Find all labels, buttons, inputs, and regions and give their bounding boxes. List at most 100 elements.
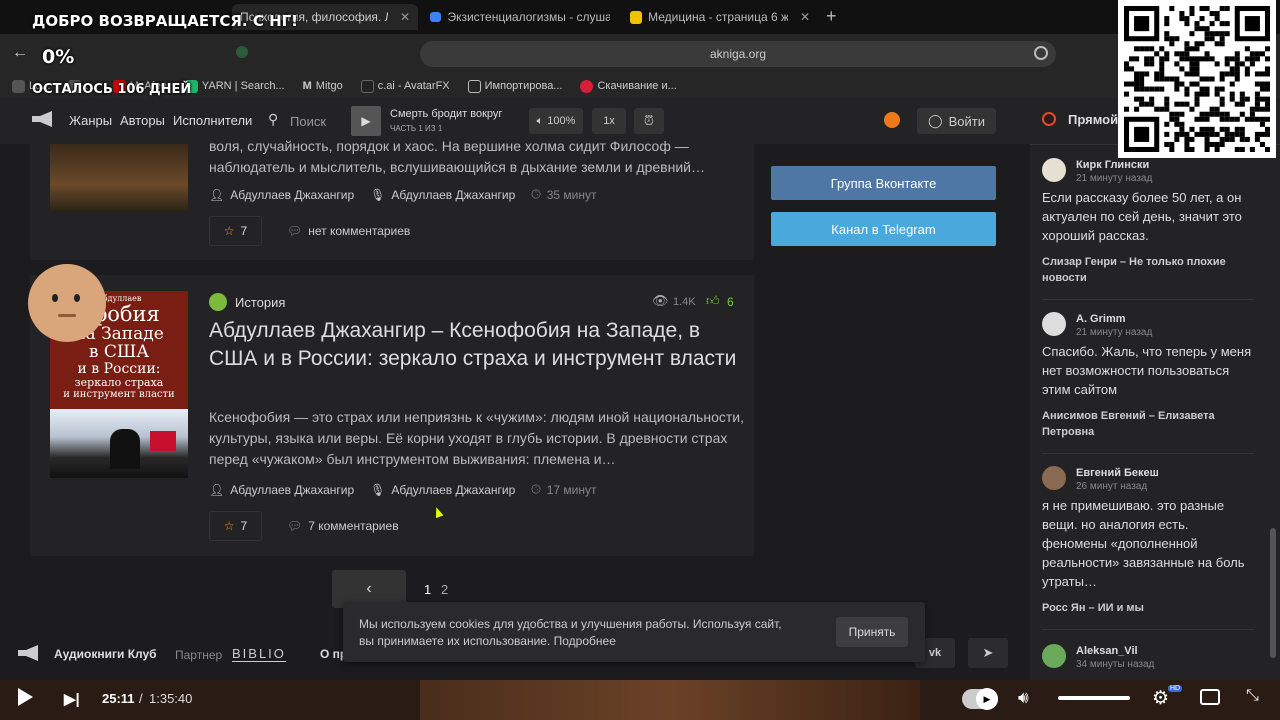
page-1[interactable]: 1: [424, 582, 431, 597]
comment-author[interactable]: Евгений Бекеш: [1076, 467, 1159, 479]
comment-author[interactable]: Aleksan_Vil: [1076, 645, 1138, 657]
speed-button[interactable]: 1x: [592, 108, 626, 134]
tab-label: Медицина - страница 6 жанр ауд: [648, 10, 788, 24]
avatar[interactable]: [1042, 312, 1066, 336]
bookmark-item[interactable]: M Mitgo: [303, 80, 343, 92]
browser-tab-3[interactable]: Медицина - страница 6 жанр ауд ✕: [622, 4, 818, 30]
telegram-icon[interactable]: ➤: [968, 638, 1008, 668]
megaphone-logo-icon[interactable]: [30, 110, 56, 128]
thumbs-up-icon[interactable]: 👍︎: [706, 293, 720, 309]
moon-icon[interactable]: [884, 112, 900, 128]
close-icon[interactable]: ✕: [400, 10, 410, 24]
comment-time: 26 минут назад: [1076, 481, 1148, 492]
avatar[interactable]: [1042, 466, 1066, 490]
close-icon[interactable]: ✕: [800, 10, 810, 24]
bookmark-item[interactable]: Скачивание и...: [580, 79, 677, 93]
tab-label: Экзистенциалогизмы - слушать а: [447, 10, 610, 24]
nav-genres[interactable]: Жанры: [69, 113, 112, 128]
comment-text: Спасибо. Жаль, что теперь у меня нет воз…: [1042, 344, 1252, 397]
star-icon: ☆: [223, 519, 235, 533]
comment-icon: 💬︎: [287, 224, 303, 238]
reader-link[interactable]: Абдуллаев Джахангир: [391, 188, 515, 202]
autoplay-toggle[interactable]: ▶: [962, 688, 998, 710]
page-2[interactable]: 2: [441, 582, 448, 597]
hd-badge: HD: [1168, 685, 1183, 692]
chat-icon[interactable]: [1034, 46, 1048, 60]
genre-icon: [209, 293, 227, 311]
avatar[interactable]: [1042, 644, 1066, 668]
accept-cookies-button[interactable]: Принять: [836, 617, 908, 647]
search-icon[interactable]: ⚲: [268, 111, 278, 128]
rating-button[interactable]: ☆ 7: [209, 511, 262, 541]
qr-code-graphic: [1124, 6, 1270, 152]
clock-icon: 🕓︎: [531, 482, 541, 496]
bookmark-item[interactable]: YARN | Search...: [184, 79, 285, 93]
browser-tab-2[interactable]: Экзистенциалогизмы - слушать а: [422, 4, 618, 30]
book-title[interactable]: Абдуллаев Джахангир – Ксенофобия на Запа…: [209, 317, 739, 373]
rating-button[interactable]: ☆ 7: [209, 216, 262, 246]
fullscreen-icon[interactable]: ⤡: [1246, 687, 1259, 705]
live-label[interactable]: Прямой: [1068, 112, 1118, 127]
partner-logo[interactable]: BIBLIO: [232, 646, 286, 662]
search-label[interactable]: Поиск: [290, 114, 326, 129]
bookmark-folder[interactable]: Импортирова...: [467, 79, 562, 93]
login-button[interactable]: ◯ Войти: [917, 108, 996, 134]
comments-link[interactable]: 💬︎ 7 комментариев: [287, 519, 399, 533]
next-track-icon[interactable]: ▶|: [64, 690, 80, 708]
nav-performers[interactable]: Исполнители: [173, 113, 252, 128]
url-text: akniga.org: [709, 47, 767, 61]
views-count: 1.4K: [673, 296, 696, 308]
likes-count: 6: [727, 295, 734, 309]
now-playing-title: Смерть бродит вокруг: [390, 108, 503, 120]
cloud-icon: [430, 12, 442, 22]
comment-author[interactable]: A. Grimm: [1076, 313, 1126, 325]
comment-book-link[interactable]: Анисимов Евгений – Елизавета Петровна: [1042, 408, 1242, 440]
footer-brand[interactable]: Аудиокниги Клуб: [54, 647, 157, 661]
settings-gear-icon[interactable]: ⚙︎: [1152, 687, 1169, 710]
comments-link[interactable]: 💬︎ нет комментариев: [287, 224, 410, 238]
new-tab-icon[interactable]: +: [826, 6, 837, 27]
megaphone-logo-icon[interactable]: [16, 644, 42, 667]
volume-icon[interactable]: 🔊︎: [1018, 688, 1029, 708]
live-icon: [1042, 112, 1056, 126]
cookie-text: Мы используем cookies для удобства и улу…: [359, 617, 782, 648]
miniplayer-icon[interactable]: [1200, 689, 1220, 705]
scrollbar-thumb[interactable]: [1270, 528, 1276, 658]
book-excerpt: Ксенофобия — это страх или неприязнь к «…: [209, 409, 744, 467]
streamer-avatar: [28, 264, 106, 342]
volume-slider[interactable]: [1058, 696, 1130, 700]
bookmark-item[interactable]: c.ai - AvatarFX: [360, 79, 450, 93]
book-card: Абдуллаев офобия на Западе в США и в Рос…: [30, 275, 754, 556]
greeting-overlay: ДОБРО ВОЗВРАЩАЕТСЯ. С НГ!: [32, 12, 299, 30]
genre-link[interactable]: История: [235, 295, 285, 310]
avatar[interactable]: [1042, 158, 1066, 182]
url-bar[interactable]: akniga.org: [420, 41, 1056, 67]
telegram-channel-button[interactable]: Канал в Telegram: [771, 212, 996, 246]
back-arrow-icon[interactable]: ←: [12, 44, 28, 62]
alarm-icon[interactable]: ⏰︎: [634, 108, 664, 134]
nav-authors[interactable]: Авторы: [120, 113, 165, 128]
cookie-banner: Мы используем cookies для удобства и улу…: [343, 602, 925, 662]
duration: 35 минут: [546, 187, 597, 202]
comment-author[interactable]: Кирк Глински: [1076, 159, 1149, 171]
book-icon: [630, 10, 643, 24]
book-meta: 👤︎ Абдуллаев Джахангир 🎙︎ Абдуллаев Джах…: [209, 187, 597, 202]
comment-book-link[interactable]: Слизар Генри – Не только плохие новости: [1042, 254, 1242, 286]
reader-link[interactable]: Абдуллаев Джахангир: [391, 483, 515, 497]
book-meta: 👤︎ Абдуллаев Джахангир 🎙︎ Абдуллаев Джах…: [209, 482, 597, 497]
comment-book-link[interactable]: Росс Ян – ИИ и мы: [1042, 600, 1242, 616]
clock-icon: 🕓︎: [531, 187, 541, 201]
comment-icon: 💬︎: [287, 519, 303, 533]
volume-button[interactable]: 🔈︎ 100%: [529, 108, 583, 134]
play-button[interactable]: ▶: [351, 106, 381, 136]
eye-icon: 👁︎: [652, 293, 669, 308]
live-comments-sidebar: Прямой Кирк Глински 21 минуту назад Если…: [1030, 98, 1280, 680]
author-link[interactable]: Абдуллаев Джахангир: [230, 483, 354, 497]
microphone-icon: 🎙︎: [370, 482, 386, 497]
book-cover[interactable]: [50, 144, 188, 211]
vk-group-button[interactable]: Группа Вконтакте: [771, 166, 996, 200]
play-icon[interactable]: [18, 688, 33, 706]
author-link[interactable]: Абдуллаев Джахангир: [230, 188, 354, 202]
shield-icon: [236, 46, 248, 58]
star-icon: ☆: [223, 224, 235, 238]
